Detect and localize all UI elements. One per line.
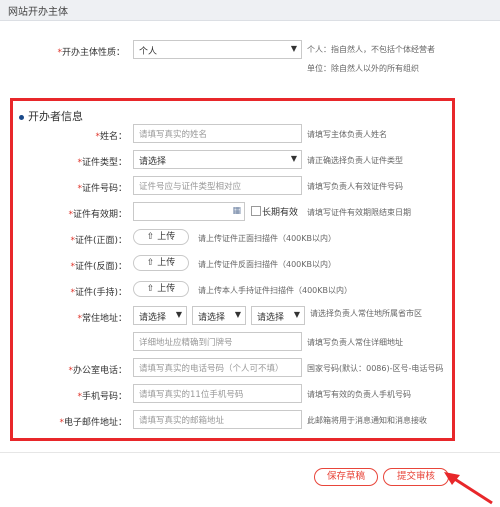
entity-label: *开办主体性质： [57,48,125,58]
upload-icon: ⇧ [146,258,155,268]
office-phone-label: *办公室电话： [68,366,127,376]
chevron-down-icon: ▼ [234,310,241,319]
city-select[interactable]: 请选择 ▼ [192,306,246,325]
id-front-upload-button[interactable]: ⇧ 上传 [133,229,189,245]
district-select[interactable]: 请选择 ▼ [251,306,305,325]
email-label: *电子邮件地址： [59,418,127,428]
entity-type-select[interactable]: 个人 ▼ [133,40,302,59]
chevron-down-icon: ▼ [175,310,182,319]
mobile-label: *手机号码： [77,392,127,402]
upload-icon: ⇧ [146,232,155,242]
operator-title: 开办者信息 [19,108,83,124]
calendar-icon: ▦ [232,206,241,216]
name-hint: 请填写主体负责人姓名 [307,130,387,139]
chevron-down-icon: ▼ [290,44,297,53]
address-detail-input[interactable]: 详细地址应精确到门牌号 [133,332,302,351]
id-front-label: *证件(正面)： [70,236,127,246]
id-expiry-date-input[interactable]: ▦ [133,202,245,221]
email-hint: 此邮箱将用于消息通知和消息接收 [307,416,427,425]
mobile-hint: 请填写有效的负责人手机号码 [307,390,411,399]
id-hold-hint: 请上传本人手持证件扫描件（400KB以内） [198,286,353,295]
bullet-icon [19,114,24,120]
id-type-hint: 请正确选择负责人证件类型 [307,156,403,165]
id-hold-label: *证件(手持)： [70,288,127,298]
province-select[interactable]: 请选择 ▼ [133,306,187,325]
save-draft-button[interactable]: 保存草稿 [314,468,378,486]
chevron-down-icon: ▼ [290,154,297,163]
footer-divider [0,452,500,453]
mobile-input[interactable]: 请填写真实的11位手机号码 [133,384,302,403]
entity-hint-individual: 个人：指自然人，不包括个体经营者 [307,45,435,54]
id-front-hint: 请上传证件正面扫描件（400KB以内） [198,234,337,243]
id-back-label: *证件(反面)： [70,262,127,272]
name-label: *姓名： [95,132,127,142]
section-header: 网站开办主体 [0,0,500,21]
annotation-arrow-icon [444,472,493,505]
name-input[interactable]: 请填写真实的姓名 [133,124,302,143]
id-type-label: *证件类型： [77,158,127,168]
address-region-hint: 请选择负责人常住地所属省市区 [310,309,422,318]
long-term-checkbox[interactable] [251,206,261,216]
id-number-label: *证件号码： [77,184,127,194]
id-expiry-label: *证件有效期： [68,210,127,220]
section-title: 网站开办主体 [8,7,68,18]
email-input[interactable]: 请填写真实的邮箱地址 [133,410,302,429]
id-back-upload-button[interactable]: ⇧ 上传 [133,255,189,271]
id-expiry-hint: 请填写证件有效期限结束日期 [307,208,411,217]
id-type-select[interactable]: 请选择 ▼ [133,150,302,169]
upload-icon: ⇧ [146,284,155,294]
id-number-hint: 请填写负责人有效证件号码 [307,182,403,191]
id-back-hint: 请上传证件反面扫描件（400KB以内） [198,260,337,269]
address-label: *常住地址： [77,314,127,324]
chevron-down-icon: ▼ [293,310,300,319]
id-hold-upload-button[interactable]: ⇧ 上传 [133,281,189,297]
address-detail-hint: 请填写负责人常住详细地址 [307,338,403,347]
entity-hint-organization: 单位：除自然人以外的所有组织 [307,64,419,73]
id-number-input[interactable]: 证件号应与证件类型相对应 [133,176,302,195]
long-term-label: 长期有效 [262,208,299,218]
office-phone-hint: 国家号码(默认：0086)-区号-电话号码 [307,364,444,373]
office-phone-input[interactable]: 请填写真实的电话号码（个人可不填） [133,358,302,377]
